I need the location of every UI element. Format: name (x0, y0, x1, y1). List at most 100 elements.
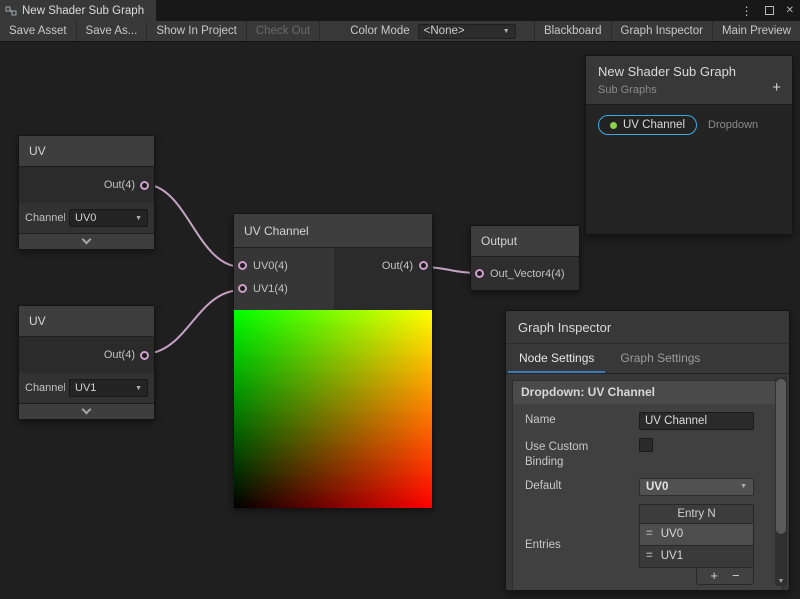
dropdown-arrow-icon: ▼ (135, 385, 142, 392)
entries-label: Entries (525, 537, 639, 551)
tab-graph-settings[interactable]: Graph Settings (607, 344, 713, 373)
output-port[interactable] (140, 181, 149, 190)
edge-uv0[interactable] (143, 184, 242, 267)
graph-canvas[interactable]: UV Out(4) Channel UV0 ▼ UV Out(4) (0, 42, 800, 599)
uv-gradient-preview (234, 310, 432, 508)
drag-handle-icon[interactable]: = (646, 550, 653, 562)
dropdown-settings-section: Dropdown: UV Channel Name Use Custom Bin… (512, 380, 783, 591)
input-port-uv1[interactable] (238, 284, 247, 293)
use-custom-binding-checkbox[interactable] (639, 438, 653, 452)
channel-label: Channel (25, 212, 65, 224)
entries-list-item[interactable]: = UV0 (639, 524, 754, 546)
toolbar-right-group: Blackboard Graph Inspector Main Preview (534, 21, 800, 41)
default-dropdown-value: UV0 (646, 481, 668, 493)
drag-handle-icon[interactable]: = (646, 528, 653, 540)
input-port-uv0[interactable] (238, 261, 247, 270)
add-entry-button[interactable]: + (710, 569, 718, 582)
channel-label: Channel (25, 382, 65, 394)
close-icon[interactable]: ✕ (786, 5, 794, 16)
kebab-menu-icon[interactable]: ⋮ (741, 4, 753, 18)
output-port[interactable] (140, 351, 149, 360)
entries-field-row: Entries Entry N = UV0 = UV1 + (513, 504, 782, 585)
entry-value: UV1 (661, 550, 683, 562)
node-title[interactable]: Output (471, 226, 579, 257)
channel-dropdown-value: UV1 (75, 382, 96, 394)
save-as-button[interactable]: Save As... (77, 21, 148, 41)
graph-inspector-panel: Graph Inspector Node Settings Graph Sett… (505, 310, 790, 591)
node-title[interactable]: UV (19, 306, 154, 337)
name-label: Name (525, 412, 639, 430)
blackboard-toggle-button[interactable]: Blackboard (534, 21, 611, 41)
main-preview-toggle-button[interactable]: Main Preview (712, 21, 800, 41)
port-section: UV0(4) UV1(4) Out(4) (234, 248, 432, 310)
name-input[interactable] (639, 412, 754, 430)
default-label: Default (525, 478, 639, 496)
shader-graph-icon (5, 5, 17, 17)
blackboard-subtitle: Sub Graphs (598, 84, 780, 96)
graph-toolbar: Save Asset Save As... Show In Project Ch… (0, 21, 800, 42)
show-in-project-button[interactable]: Show In Project (147, 21, 247, 41)
scrollbar-thumb[interactable] (776, 379, 786, 534)
save-asset-button[interactable]: Save Asset (0, 21, 77, 41)
entries-list-header: Entry N (639, 504, 754, 524)
scroll-down-arrow-icon[interactable]: ▼ (775, 578, 787, 585)
blackboard-header: New Shader Sub Graph Sub Graphs + (586, 56, 792, 105)
check-out-button: Check Out (247, 21, 320, 41)
dropdown-arrow-icon: ▼ (503, 28, 510, 35)
inspector-scrollbar[interactable]: ▼ (775, 377, 787, 586)
name-field-row: Name (513, 412, 782, 430)
channel-dropdown[interactable]: UV0 ▼ (69, 209, 148, 227)
chevron-down-icon (82, 405, 92, 415)
output-node[interactable]: Output Out_Vector4(4) (470, 225, 580, 291)
output-port-label: Out(4) (104, 349, 135, 361)
entries-list-item[interactable]: = UV1 (639, 546, 754, 568)
node-title[interactable]: UV Channel (234, 214, 432, 248)
window-controls: ⋮ ✕ (741, 0, 794, 21)
output-ports: Out(4) (334, 248, 432, 310)
window-titlebar: New Shader Sub Graph ⋮ ✕ (0, 0, 800, 21)
edge-uv1[interactable] (143, 290, 242, 354)
color-mode-label: Color Mode (342, 21, 417, 41)
input-port-label: UV0(4) (253, 260, 288, 272)
output-port-label: Out(4) (104, 179, 135, 191)
remove-entry-button[interactable]: − (732, 569, 740, 582)
color-mode-dropdown[interactable]: <None> ▼ (418, 24, 516, 39)
entries-list-footer: + − (696, 568, 754, 585)
channel-dropdown-value: UV0 (75, 212, 96, 224)
uv-channel-node[interactable]: UV Channel UV0(4) UV1(4) Out(4) (233, 213, 433, 509)
input-ports: UV0(4) UV1(4) (234, 248, 334, 310)
dropdown-arrow-icon: ▼ (135, 215, 142, 222)
collapse-toggle[interactable] (19, 403, 154, 419)
document-tab[interactable]: New Shader Sub Graph (0, 0, 156, 21)
blackboard-item-label: UV Channel (623, 119, 685, 131)
default-dropdown[interactable]: UV0 ▼ (639, 478, 754, 496)
output-port[interactable] (419, 261, 428, 270)
uv-node-top[interactable]: UV Out(4) Channel UV0 ▼ (18, 135, 155, 250)
channel-dropdown[interactable]: UV1 ▼ (69, 379, 148, 397)
output-port-row: Out(4) (19, 167, 154, 203)
blackboard-panel: New Shader Sub Graph Sub Graphs + UV Cha… (585, 55, 793, 235)
uv-node-bottom[interactable]: UV Out(4) Channel UV1 ▼ (18, 305, 155, 420)
inspector-tabs: Node Settings Graph Settings (506, 344, 789, 374)
dropdown-arrow-icon: ▼ (740, 483, 747, 490)
unity-shader-graph-window: New Shader Sub Graph ⋮ ✕ Save Asset Save… (0, 0, 800, 599)
add-property-button[interactable]: + (772, 79, 781, 96)
use-custom-binding-label: Use Custom Binding (525, 438, 605, 470)
blackboard-item-row: UV Channel Dropdown (598, 115, 792, 135)
input-port[interactable] (475, 269, 484, 278)
graph-inspector-toggle-button[interactable]: Graph Inspector (611, 21, 712, 41)
tab-title: New Shader Sub Graph (22, 5, 144, 17)
blackboard-item-type: Dropdown (708, 119, 758, 131)
tab-node-settings[interactable]: Node Settings (506, 344, 607, 373)
entry-value: UV0 (661, 528, 683, 540)
collapse-toggle[interactable] (19, 233, 154, 249)
output-port-row: Out(4) (19, 337, 154, 373)
default-field-row: Default UV0 ▼ (513, 478, 782, 496)
node-title[interactable]: UV (19, 136, 154, 167)
inspector-title: Graph Inspector (506, 311, 789, 344)
blackboard-item-uv-channel[interactable]: UV Channel (598, 115, 697, 135)
maximize-icon[interactable] (765, 6, 774, 15)
chevron-down-icon (82, 235, 92, 245)
channel-row: Channel UV0 ▼ (19, 203, 154, 233)
blackboard-title: New Shader Sub Graph (598, 64, 780, 79)
